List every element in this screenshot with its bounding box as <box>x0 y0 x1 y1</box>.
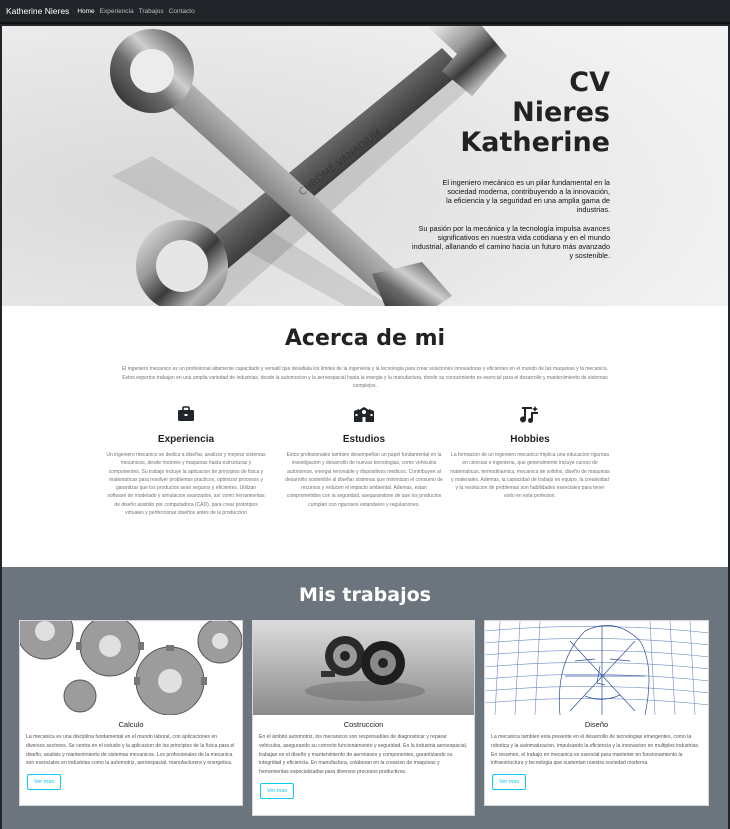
engine-parts-image <box>253 621 474 715</box>
feature-experiencia: Experiencia Un ingeniero mecanico se ded… <box>106 406 266 517</box>
ver-mas-button[interactable]: Ver mas <box>260 782 295 799</box>
music-sparkle-icon <box>520 406 538 423</box>
gears-image <box>20 621 242 715</box>
hero-title-line-2: Nieres <box>512 97 610 128</box>
feature-hobbies: Hobbies La formacion de un ingeniero mec… <box>450 406 610 501</box>
hero-title-line-3: Katherine <box>460 127 610 158</box>
hero-paragraph-2: Su pasión por la mecánica y la tecnologí… <box>412 224 610 260</box>
nav-link-experiencia[interactable]: Experiencia <box>100 8 134 15</box>
feature-title: Estudios <box>342 434 386 445</box>
work-card-costruccion: Costruccion En el ámbito automotriz, los… <box>252 620 475 816</box>
feature-estudios: Estudios Estos profesionales tambien des… <box>284 406 444 509</box>
briefcase-icon <box>178 406 194 421</box>
works-title: Mis trabajos <box>299 584 431 606</box>
work-card-calculo: Calculo La mecanica es una disciplina fu… <box>19 620 243 806</box>
navbar-brand[interactable]: Katherine Nieres <box>6 6 69 16</box>
hero-paragraph-1: El ingeniero mecánico es un pilar fundam… <box>442 178 610 214</box>
feature-text: Estos profesionales tambien desempeñan u… <box>285 452 443 508</box>
hero-section: CHROME VANADIUM CV Nieres Katherine El i… <box>2 26 728 306</box>
card-title: Costruccion <box>343 720 384 729</box>
about-section: Acerca de mi El ingeniero mecanico es un… <box>2 306 728 567</box>
nav-link-trabajos[interactable]: Trabajos <box>139 8 164 15</box>
nav-link-home[interactable]: Home <box>77 8 94 15</box>
card-title: Calculo <box>118 720 144 729</box>
card-text: La mecanica tambien esta presente en el … <box>491 734 700 767</box>
hero-title-line-1: CV <box>569 67 610 98</box>
hero-text: CV Nieres Katherine El ingeniero mecánic… <box>310 68 610 261</box>
feature-title: Experiencia <box>157 434 215 445</box>
card-title: Diseño <box>584 720 609 729</box>
about-title: Acerca de mi <box>284 326 446 351</box>
work-card-diseno: Diseño La mecanica tambien esta presente… <box>484 620 709 806</box>
card-text: La mecanica es una disciplina fundamenta… <box>26 734 235 767</box>
hero-title: CV Nieres Katherine <box>310 68 610 158</box>
card-text: En el ámbito automotriz, los mecanicos s… <box>259 734 468 776</box>
wireframe-face-image <box>485 621 708 715</box>
school-building-icon <box>354 407 374 422</box>
about-intro: El ingeniero mecanico es un profesional … <box>121 366 609 389</box>
feature-title: Hobbies <box>510 434 550 445</box>
feature-text: La formacion de un ingeniero mecanico im… <box>450 452 610 500</box>
ver-mas-button[interactable]: Ver mas <box>492 774 527 791</box>
feature-text: Un ingeniero mecanico se dedica a diseña… <box>106 452 266 517</box>
ver-mas-button[interactable]: Ver mas <box>27 774 62 791</box>
works-section: Mis trabajos Calculo La mecanica es una … <box>2 567 728 829</box>
navbar: Katherine Nieres Home Experiencia Trabaj… <box>0 0 730 24</box>
nav-link-contacto[interactable]: Contacto <box>169 8 195 15</box>
